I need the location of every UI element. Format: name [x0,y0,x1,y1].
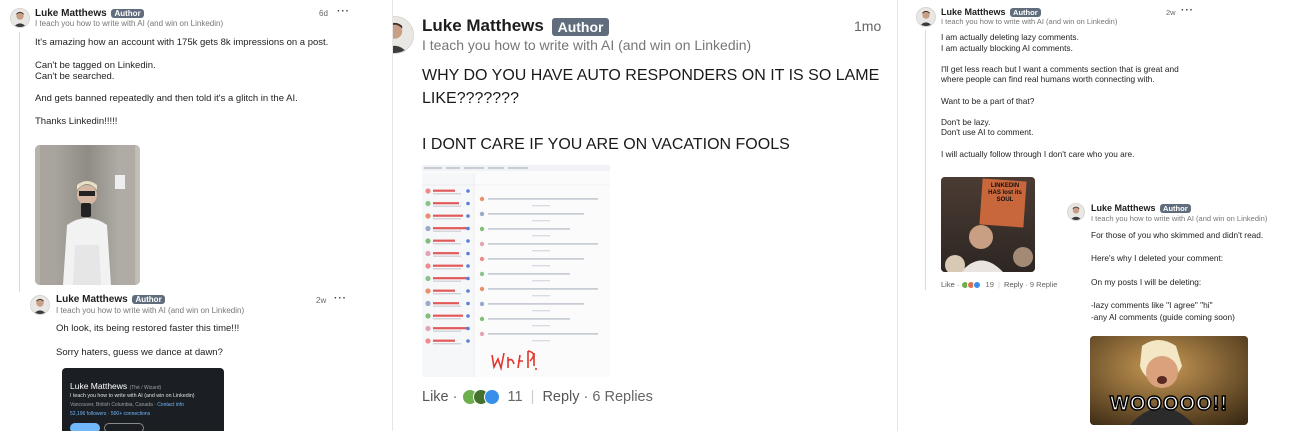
more-options-icon[interactable]: ··· [337,6,350,17]
author-avatar[interactable] [393,16,414,54]
comment-actions: Like · 19 | Reply · 9 Replie [941,280,1058,290]
author-badge: Author [132,294,165,304]
comment-body: I am actually deleting lazy comments. I … [941,32,1179,159]
thread-line [925,30,926,290]
more-options-icon[interactable]: ··· [334,293,347,304]
inbox-screenshot-image[interactable] [422,165,610,377]
author-avatar[interactable] [1067,203,1085,221]
author-badge: Author [1160,204,1191,214]
comment-actions: Like · 11 | Reply · 6 Replies [422,389,653,406]
gif-caption: WOOOOO!! [1109,392,1228,416]
gif-image[interactable]: WOOOOO!! [1090,336,1248,425]
reactions-count[interactable]: 11 [508,389,523,405]
card-name: Luke Matthews (Thé / Wizard) [70,381,162,391]
comment-time: 1mo [854,18,882,34]
card-location: Vancouver, British Columbia, Canada · Co… [70,402,184,408]
comment-body: It's amazing how an account with 175k ge… [35,37,329,128]
author-headline: I teach you how to write with AI (and wi… [35,19,224,28]
reactions-icons[interactable] [461,389,504,406]
card-headline: I teach you how to write with AI (and wi… [70,393,195,399]
author-avatar[interactable] [916,7,936,27]
card-button[interactable] [70,423,100,431]
more-options-icon[interactable]: ··· [1181,5,1194,16]
sign-text: LINKEDIN HAS lost its SOUL [988,183,1022,203]
like-button[interactable]: Like [422,389,449,405]
elevator-selfie-image[interactable] [35,145,140,285]
author-headline: I teach you how to write with AI (and wi… [422,37,752,53]
reply-button[interactable]: Reply [542,389,579,405]
author-avatar[interactable] [30,295,50,315]
author-name[interactable]: Luke Matthews Author [941,7,1041,18]
like-button[interactable]: Like [941,280,955,289]
author-headline: I teach you how to write with AI (and wi… [941,17,1118,26]
reply-time: 2w [316,296,327,305]
reply-body: Oh look, its being restored faster this … [56,323,240,358]
card-stats: 52,196 followers · 500+ connections [70,411,151,417]
reactions-count[interactable]: 19 [986,280,994,289]
author-headline: I teach you how to write with AI (and wi… [56,306,245,315]
author-badge: Author [111,8,144,18]
reactions-icons[interactable] [961,281,983,290]
author-headline: I teach you how to write with AI (and wi… [1091,214,1268,223]
right-comment-panel: Luke Matthews Author I teach you how to … [906,0,1292,431]
sign-photo-image[interactable]: LINKEDIN HAS lost its SOUL [941,177,1035,272]
like-icon [973,281,982,290]
author-badge: Author [1010,8,1041,18]
reply-body: For those of you who skimmed and didn't … [1091,230,1264,322]
profile-card-screenshot[interactable]: Luke Matthews (Thé / Wizard) I teach you… [62,368,224,431]
reply-button[interactable]: Reply [1004,280,1023,289]
left-comment-panel: Luke Matthews Author I teach you how to … [0,0,356,431]
author-badge: Author [551,17,610,36]
comment-body: WHY DO YOU HAVE AUTO RESPONDERS ON IT IS… [422,67,880,153]
author-name[interactable]: Luke Matthews Author [1091,203,1191,214]
thread-line [19,32,20,292]
author-name[interactable]: Luke Matthews Author [422,16,610,36]
center-comment-panel: Luke Matthews Author I teach you how to … [392,0,898,431]
like-icon [483,389,500,406]
author-name[interactable]: Luke Matthews Author [56,294,165,305]
comment-time: 2w [1166,8,1176,17]
replies-count[interactable]: 9 Replie [1030,280,1058,289]
author-avatar[interactable] [10,8,30,28]
author-name[interactable]: Luke Matthews Author [35,8,144,19]
comment-time: 6d [319,9,328,18]
replies-count[interactable]: 6 Replies [592,389,652,405]
card-button[interactable] [104,423,144,431]
